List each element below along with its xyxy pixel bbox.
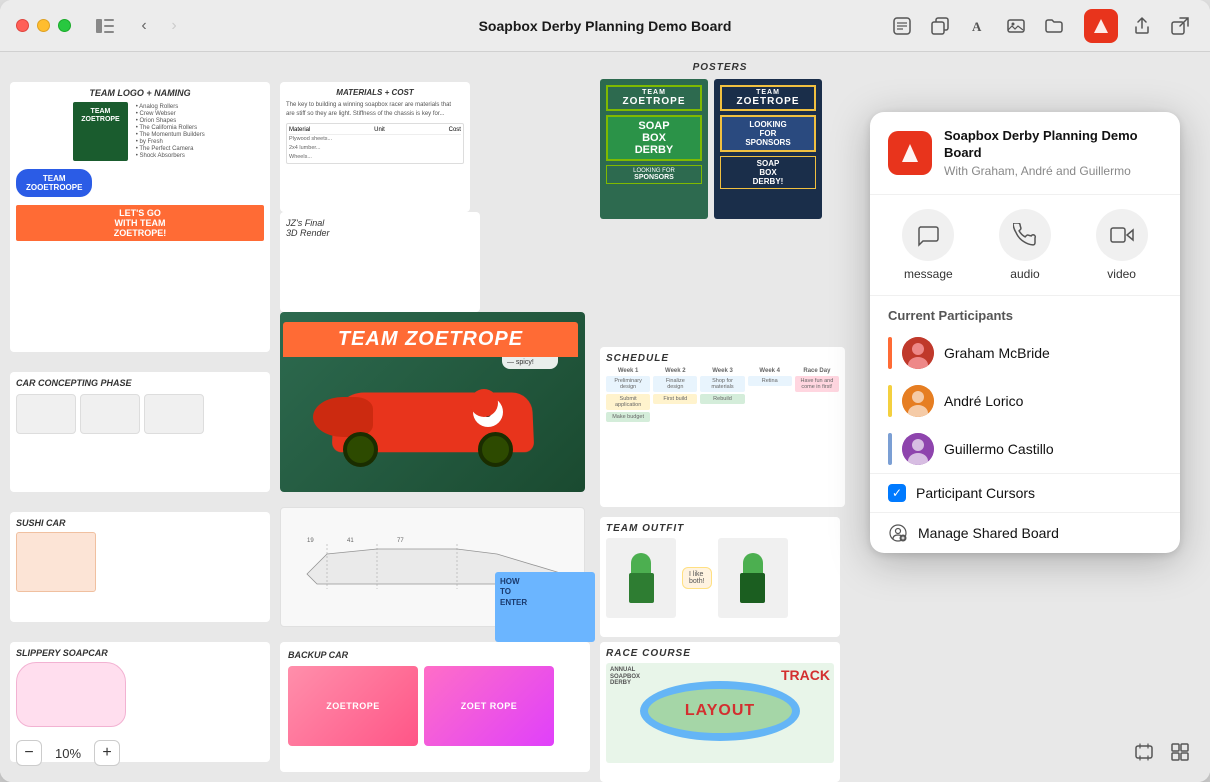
share-button[interactable] <box>1128 12 1156 40</box>
participant-row-graham[interactable]: Graham McBride <box>870 329 1180 377</box>
materials-cost-section: MATERIALS + COST The key to building a w… <box>280 82 470 212</box>
titlebar: ‹ › Soapbox Derby Planning Demo Board <box>0 0 1210 52</box>
video-label: video <box>1107 267 1136 281</box>
bottom-right-toolbar <box>1130 738 1194 766</box>
message-icon <box>902 209 954 261</box>
participant-cursors-checkbox[interactable]: ✓ <box>888 484 906 502</box>
schedule-section: SCHEDULE Week 1 Preliminarydesign Submit… <box>600 347 845 507</box>
back-button[interactable]: ‹ <box>131 13 157 39</box>
svg-text:77: 77 <box>397 538 404 544</box>
participant-name-graham: Graham McBride <box>944 345 1050 361</box>
zoom-level-display: 10% <box>50 746 86 761</box>
participant-row-andre[interactable]: André Lorico <box>870 377 1180 425</box>
notes-tool-button[interactable] <box>888 12 916 40</box>
forward-button[interactable]: › <box>161 13 187 39</box>
fit-to-screen-button[interactable] <box>1130 738 1158 766</box>
how-to-enter-note: HOWTOENTER <box>495 572 595 642</box>
team-logo-section: TEAM LOGO + NAMING TEAMZOETROPE • Analog… <box>10 82 270 352</box>
external-link-button[interactable] <box>1166 12 1194 40</box>
participants-section-title: Current Participants <box>870 296 1180 329</box>
collaboration-popup: Soapbox Derby Planning Demo Board With G… <box>870 112 1180 553</box>
svg-text:A: A <box>972 19 982 34</box>
audio-label: audio <box>1010 267 1039 281</box>
video-icon <box>1096 209 1148 261</box>
avatar-andre <box>902 385 934 417</box>
car-concepting-section: CAR CONCEPTING PHASE <box>10 372 270 492</box>
minimize-button[interactable] <box>37 19 50 32</box>
backup-car-section: BACKUP CAR ZOETROPE ZOET ROPE <box>280 642 590 772</box>
toolbar-tools: A <box>888 9 1194 43</box>
participant-name-andre: André Lorico <box>944 393 1023 409</box>
participant-cursors-label: Participant Cursors <box>916 485 1035 501</box>
message-label: message <box>904 267 953 281</box>
canvas-area[interactable]: TEAM LOGO + NAMING TEAMZOETROPE • Analog… <box>0 52 1210 782</box>
popup-board-info: Soapbox Derby Planning Demo Board With G… <box>944 128 1162 178</box>
app-window: ‹ › Soapbox Derby Planning Demo Board <box>0 0 1210 782</box>
avatar-graham <box>902 337 934 369</box>
team-outfit-section: TEAM OUTFIT I likeboth! <box>600 517 840 637</box>
audio-action[interactable]: audio <box>990 209 1060 281</box>
audio-icon <box>999 209 1051 261</box>
svg-text:41: 41 <box>347 538 354 544</box>
participant-indicator-guillermo <box>888 433 892 465</box>
close-button[interactable] <box>16 19 29 32</box>
popup-board-subtitle: With Graham, André and Guillermo <box>944 164 1162 178</box>
team-banner: TEAM ZOETROPE <box>283 322 578 357</box>
svg-text:19: 19 <box>307 538 314 544</box>
sidebar-toggle-button[interactable] <box>91 15 119 37</box>
traffic-lights <box>16 19 71 32</box>
participant-indicator-graham <box>888 337 892 369</box>
manage-shared-board-row[interactable]: Manage Shared Board <box>870 512 1180 553</box>
participant-indicator-andre <box>888 385 892 417</box>
manage-shared-board-label: Manage Shared Board <box>918 525 1059 541</box>
text-tool-button[interactable]: A <box>964 12 992 40</box>
app-icon-button[interactable] <box>1084 9 1118 43</box>
popup-board-title: Soapbox Derby Planning Demo Board <box>944 128 1162 162</box>
action-buttons-row: message audio <box>870 195 1180 296</box>
bottom-toolbar: − 10% + <box>16 740 120 766</box>
popup-board-icon <box>888 131 932 175</box>
participant-name-guillermo: Guillermo Castillo <box>944 441 1054 457</box>
sushi-car-section: SUSHI CAR <box>10 512 270 622</box>
message-action[interactable]: message <box>893 209 963 281</box>
3d-render-section: JZ's Final3D Render <box>280 212 480 312</box>
participant-row-guillermo[interactable]: Guillermo Castillo <box>870 425 1180 473</box>
video-action[interactable]: video <box>1087 209 1157 281</box>
participant-cursors-toggle-row[interactable]: ✓ Participant Cursors <box>870 473 1180 512</box>
zoom-out-button[interactable]: − <box>16 740 42 766</box>
race-course-section: RACE COURSE LAYOUT ANNUALSOAPBOXDERBY TR… <box>600 642 840 782</box>
zoom-in-button[interactable]: + <box>94 740 120 766</box>
copy-tool-button[interactable] <box>926 12 954 40</box>
image-tool-button[interactable] <box>1002 12 1030 40</box>
folder-tool-button[interactable] <box>1040 12 1068 40</box>
window-title: Soapbox Derby Planning Demo Board <box>479 18 732 34</box>
grid-view-button[interactable] <box>1166 738 1194 766</box>
avatar-guillermo <box>902 433 934 465</box>
popup-header: Soapbox Derby Planning Demo Board With G… <box>870 112 1180 195</box>
nav-buttons: ‹ › <box>131 13 187 39</box>
fullscreen-button[interactable] <box>58 19 71 32</box>
manage-board-icon <box>888 523 908 543</box>
